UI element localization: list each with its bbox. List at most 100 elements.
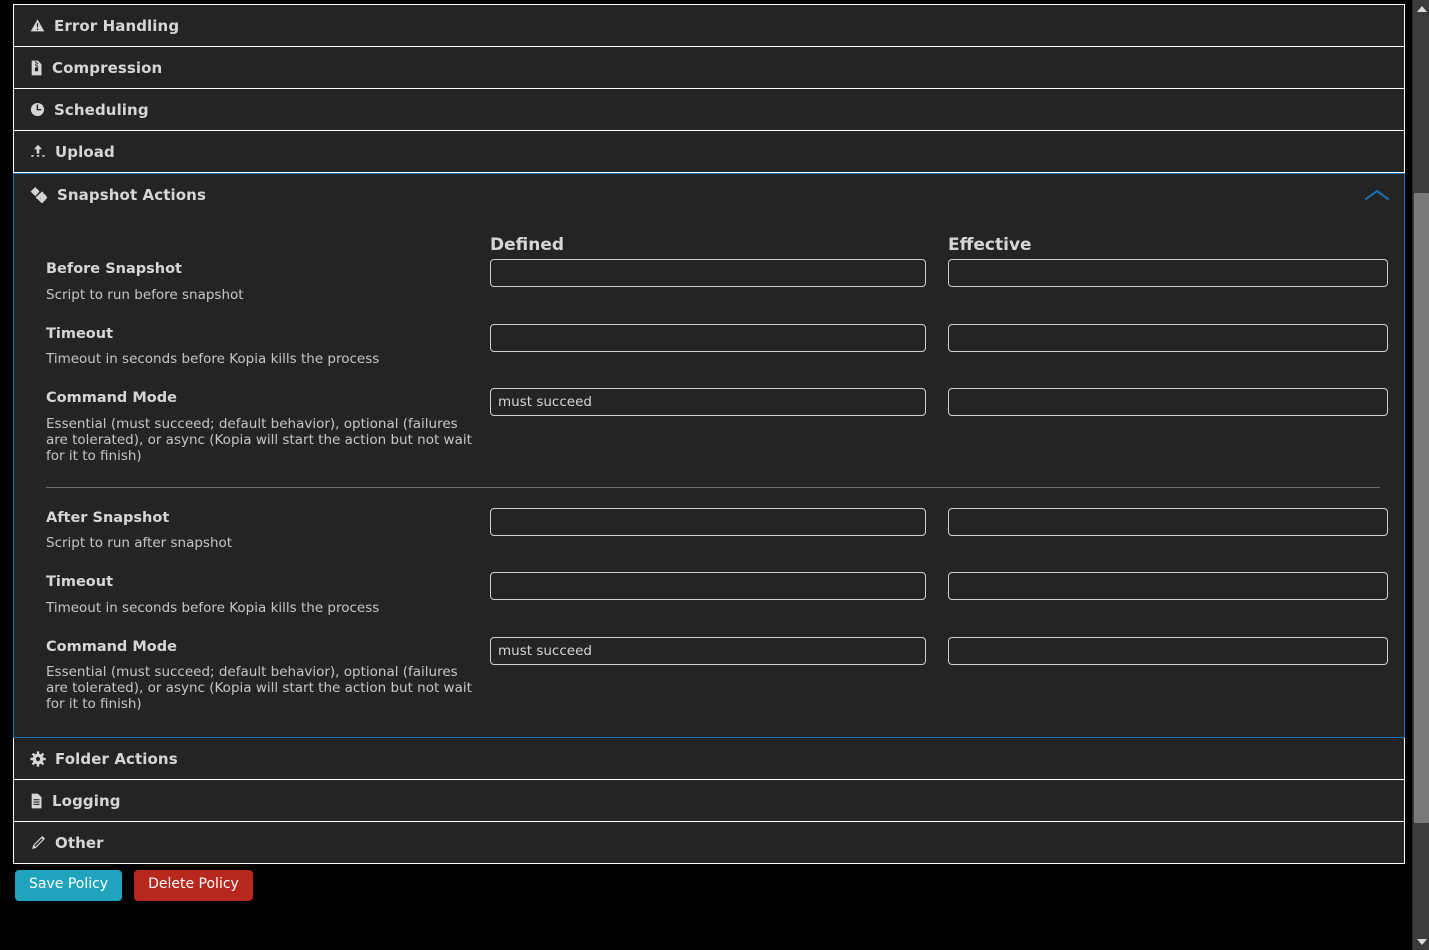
field-label-after-snapshot-script: After Snapshot [46, 509, 170, 526]
accordion-item-compression[interactable]: Compression [13, 47, 1405, 89]
field-label-before-snapshot-command-mode: Command Mode [46, 390, 177, 407]
accordion-label-error-handling: Error Handling [54, 16, 180, 35]
field-label-before-snapshot-timeout: Timeout [46, 325, 114, 342]
accordion-header-error-handling[interactable]: Error Handling [14, 5, 1404, 46]
defined-cell-after-snapshot-timeout [490, 572, 948, 601]
accordion-label-other: Other [55, 833, 104, 852]
input-before-snapshot-timeout-defined[interactable] [490, 323, 926, 352]
row-spacer [32, 374, 1382, 388]
gear-icon [30, 751, 46, 767]
field-label-after-snapshot-command-mode: Command Mode [46, 638, 177, 655]
section-divider [46, 486, 1380, 488]
scrollbar-up-button[interactable] [1413, 0, 1429, 17]
scrollbar-thumb[interactable] [1414, 193, 1429, 823]
field-help-before-snapshot-command-mode: Essential (must succeed; default behavio… [46, 415, 472, 464]
defined-cell-after-snapshot-command-mode: must succeed ignore failure run asynchro… [490, 636, 948, 665]
accordion-label-snapshot-actions: Snapshot Actions [57, 185, 206, 204]
accordion-item-logging[interactable]: Logging [13, 780, 1405, 823]
accordion-label-compression: Compression [52, 58, 163, 77]
accordion-header-upload[interactable]: Upload [14, 131, 1404, 172]
effective-cell-before-snapshot-command-mode [948, 388, 1388, 417]
accordion-header-folder-actions[interactable]: Folder Actions [14, 738, 1404, 780]
field-labels-before-snapshot-script: Before Snapshot Script to run before sna… [32, 259, 490, 304]
snapshot-actions-panel: Defined Effective Before Snapshot Script… [14, 215, 1404, 738]
field-labels-after-snapshot-script: After Snapshot Script to run after snaps… [32, 508, 490, 553]
accordion-header-snapshot-actions[interactable]: Snapshot Actions [14, 174, 1404, 215]
policy-action-buttons: Save Policy Delete Policy [15, 870, 1412, 901]
row-spacer [32, 558, 1382, 572]
accordion-header-scheduling[interactable]: Scheduling [14, 89, 1404, 130]
field-labels-before-snapshot-command-mode: Command Mode Essential (must succeed; de… [32, 388, 490, 464]
input-before-snapshot-timeout-effective[interactable] [948, 323, 1388, 352]
field-label-before-snapshot-script: Before Snapshot [46, 261, 182, 277]
field-labels-after-snapshot-command-mode: Command Mode Essential (must succeed; de… [32, 637, 490, 713]
field-row-before-snapshot-script: Before Snapshot Script to run before sna… [32, 259, 1388, 304]
accordion-item-scheduling[interactable]: Scheduling [13, 89, 1405, 131]
effective-cell-before-snapshot-timeout [948, 323, 1388, 352]
input-before-snapshot-command-mode-effective[interactable] [948, 388, 1388, 417]
field-help-after-snapshot-timeout: Timeout in seconds before Kopia kills th… [46, 599, 380, 616]
pencil-icon [30, 835, 46, 851]
row-spacer [32, 623, 1382, 637]
input-after-snapshot-script-effective[interactable] [948, 507, 1388, 536]
accordion-label-logging: Logging [52, 791, 121, 810]
field-row-after-snapshot-script: After Snapshot Script to run after snaps… [32, 507, 1388, 553]
policy-accordion: Error Handling Compression Scheduling Up… [13, 4, 1405, 865]
file-archive-icon [30, 60, 43, 76]
effective-cell-after-snapshot-command-mode [948, 636, 1388, 665]
field-row-before-snapshot-command-mode: Command Mode Essential (must succeed; de… [32, 388, 1388, 464]
clock-icon [30, 102, 45, 117]
triangle-down-icon [1416, 938, 1427, 945]
warning-triangle-icon [30, 18, 45, 33]
accordion-header-other[interactable]: Other [14, 822, 1404, 864]
defined-cell-before-snapshot-timeout [490, 323, 948, 352]
input-before-snapshot-script-defined[interactable] [490, 259, 926, 287]
defined-cell-after-snapshot-script [490, 507, 948, 536]
accordion-item-snapshot-actions[interactable]: Snapshot Actions Defined Effective Befor… [13, 173, 1405, 739]
input-after-snapshot-timeout-effective[interactable] [948, 572, 1388, 601]
field-help-before-snapshot-timeout: Timeout in seconds before Kopia kills th… [46, 351, 380, 368]
delete-policy-button[interactable]: Delete Policy [134, 870, 253, 901]
field-row-after-snapshot-timeout: Timeout Timeout in seconds before Kopia … [32, 572, 1388, 617]
accordion-item-upload[interactable]: Upload [13, 131, 1405, 173]
scrollbar-down-button[interactable] [1413, 933, 1429, 950]
accordion-header-compression[interactable]: Compression [14, 47, 1404, 88]
file-lines-icon [30, 793, 43, 809]
input-after-snapshot-script-defined[interactable] [490, 507, 926, 536]
defined-cell-before-snapshot-script [490, 259, 948, 287]
select-after-snapshot-command-mode-defined[interactable]: must succeed ignore failure run asynchro… [490, 636, 926, 665]
column-heading-defined: Defined [490, 235, 565, 255]
scroll-content: Error Handling Compression Scheduling Up… [0, 0, 1412, 950]
field-label-after-snapshot-timeout: Timeout [46, 574, 114, 591]
chevron-up-icon[interactable] [1364, 188, 1390, 202]
accordion-label-folder-actions: Folder Actions [55, 749, 178, 768]
field-help-after-snapshot-script: Script to run after snapshot [46, 535, 233, 552]
input-before-snapshot-script-effective[interactable] [948, 259, 1388, 287]
field-help-after-snapshot-command-mode: Essential (must succeed; default behavio… [46, 664, 472, 713]
accordion-item-folder-actions[interactable]: Folder Actions [13, 738, 1405, 781]
select-before-snapshot-command-mode-defined[interactable]: must succeed ignore failure run asynchro… [490, 388, 926, 417]
field-row-after-snapshot-command-mode: Command Mode Essential (must succeed; de… [32, 636, 1388, 713]
policy-editor-window: Error Handling Compression Scheduling Up… [0, 0, 1429, 950]
cogs-icon [30, 186, 48, 203]
field-help-before-snapshot-script: Script to run before snapshot [46, 286, 244, 303]
upload-icon [30, 144, 46, 159]
field-labels-after-snapshot-timeout: Timeout Timeout in seconds before Kopia … [32, 572, 490, 617]
triangle-up-icon [1416, 5, 1427, 12]
column-headings: Defined Effective [32, 231, 1382, 255]
defined-cell-before-snapshot-command-mode: must succeed ignore failure run asynchro… [490, 388, 948, 417]
row-spacer [32, 310, 1382, 324]
accordion-header-logging[interactable]: Logging [14, 780, 1404, 822]
input-after-snapshot-command-mode-effective[interactable] [948, 636, 1388, 665]
accordion-item-error-handling[interactable]: Error Handling [13, 4, 1405, 47]
field-labels-before-snapshot-timeout: Timeout Timeout in seconds before Kopia … [32, 324, 490, 369]
effective-cell-after-snapshot-script [948, 507, 1388, 536]
accordion-label-upload: Upload [55, 142, 115, 161]
save-policy-button[interactable]: Save Policy [15, 870, 123, 901]
vertical-scrollbar[interactable] [1412, 0, 1429, 950]
column-heading-effective: Effective [948, 235, 1032, 255]
effective-cell-after-snapshot-timeout [948, 572, 1388, 601]
accordion-item-other[interactable]: Other [13, 822, 1405, 865]
input-after-snapshot-timeout-defined[interactable] [490, 572, 926, 601]
field-row-before-snapshot-timeout: Timeout Timeout in seconds before Kopia … [32, 323, 1388, 369]
